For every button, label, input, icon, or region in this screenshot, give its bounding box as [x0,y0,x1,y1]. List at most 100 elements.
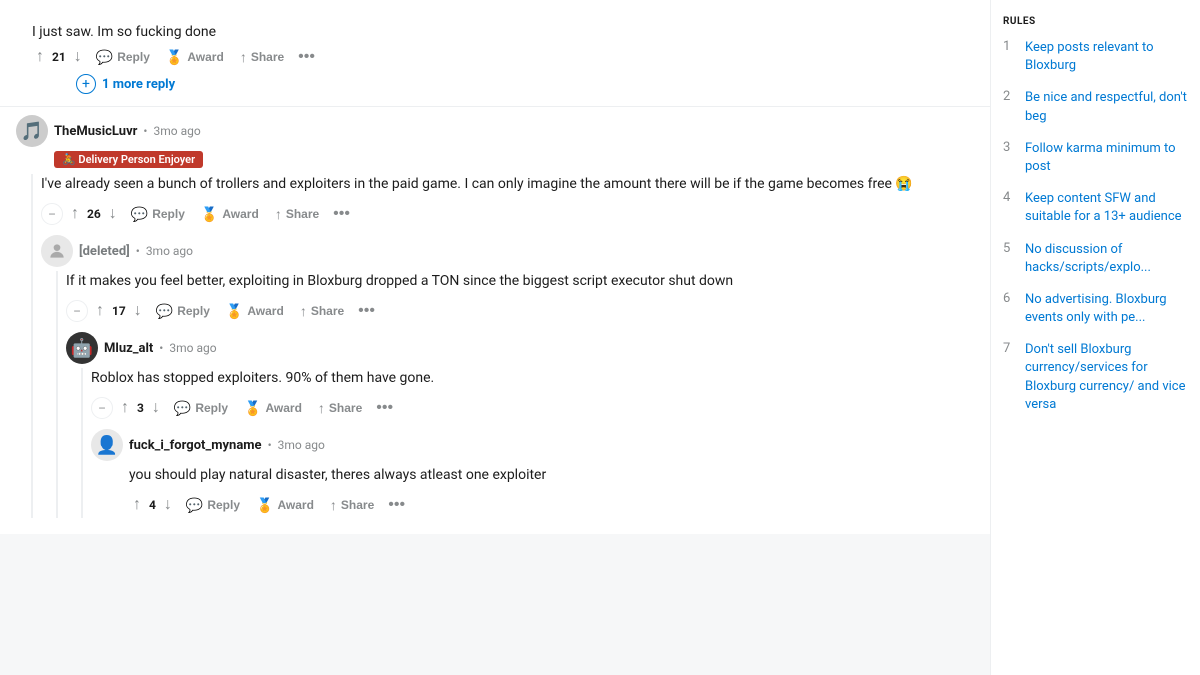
more-options-button[interactable]: ••• [354,298,379,324]
nested-content: I've already seen a bunch of trollers an… [41,174,974,518]
downvote-button[interactable]: ↓ [130,298,146,324]
comment-actions: − ↑ 26 ↓ 💬 Reply 🏅 Award [41,201,974,227]
vote-section: ↑ 4 ↓ [129,492,176,518]
reply2-container: 🤖 Mluz_alt • 3mo ago [66,332,974,518]
thread-line[interactable] [56,271,58,518]
collapse-button[interactable]: − [91,397,113,419]
upvote-button[interactable]: ↑ [117,395,133,421]
more-options-button[interactable]: ••• [384,492,409,518]
award-button[interactable]: 🏅 Award [238,396,308,421]
thread-line[interactable] [81,368,83,518]
vote-section: ↑ 26 ↓ [67,201,121,227]
share-icon: ↑ [275,206,282,222]
vote-count: 21 [52,50,66,64]
upvote-button[interactable]: ↑ [67,201,83,227]
reply-button[interactable]: 💬 Reply [150,299,216,324]
more-options-button[interactable]: ••• [372,395,397,421]
share-icon: ↑ [330,497,337,513]
downvote-button[interactable]: ↓ [148,395,164,421]
timestamp: 3mo ago [153,124,200,138]
downvote-button[interactable]: ↓ [105,201,121,227]
upvote-button[interactable]: ↑ [129,492,145,518]
share-icon: ↑ [318,400,325,416]
vote-section: ↑ 17 ↓ [92,298,146,324]
rule-text[interactable]: No advertising. Bloxburg events only wit… [1025,291,1188,327]
reply2-body: Roblox has stopped exploiters. 90% of th… [91,368,974,389]
rule-item: 1 Keep posts relevant to Bloxburg [1003,39,1188,75]
avatar: 🤖 [66,332,98,364]
more-reply-link[interactable]: 1 more reply [102,77,175,92]
reply3-container: 👤 fuck_i_forgot_myname • 3mo ago [91,429,974,518]
award-button[interactable]: 🏅 Award [220,299,290,324]
rule-text[interactable]: Keep posts relevant to Bloxburg [1025,39,1188,75]
reply-button[interactable]: 💬 Reply [180,493,246,518]
sidebar: RULES 1 Keep posts relevant to Bloxburg … [990,0,1200,675]
share-button[interactable]: ↑ Share [312,396,368,420]
reply-button[interactable]: 💬 Reply [90,45,156,70]
rule-number: 5 [1003,241,1015,256]
username: [deleted] [79,244,130,259]
upvote-button[interactable]: ↑ [92,298,108,324]
reply2-thread: Roblox has stopped exploiters. 90% of th… [66,368,974,518]
share-button[interactable]: ↑ Share [234,45,290,69]
rule-item: 6 No advertising. Bloxburg events only w… [1003,291,1188,327]
downvote-button[interactable]: ↓ [160,492,176,518]
rules-list: 1 Keep posts relevant to Bloxburg 2 Be n… [1003,39,1188,414]
deleted-avatar [41,235,73,267]
reply-button[interactable]: 💬 Reply [125,202,191,227]
collapse-button[interactable]: − [41,203,63,225]
rule-item: 5 No discussion of hacks/scripts/explo..… [1003,241,1188,277]
rule-number: 3 [1003,140,1015,155]
share-icon: ↑ [300,303,307,319]
downvote-button[interactable]: ↓ [70,44,86,70]
rule-number: 2 [1003,89,1015,104]
share-button[interactable]: ↑ Share [324,493,380,517]
main-comment-container: 🎵 TheMusicLuvr • 3mo ago 🚴 Delivery Pers… [0,107,990,526]
vote-count: 3 [137,401,144,415]
sidebar-title: RULES [1003,16,1188,27]
rule-text[interactable]: Keep content SFW and suitable for a 13+ … [1025,190,1188,226]
rule-number: 6 [1003,291,1015,306]
award-button[interactable]: 🏅 Award [160,45,230,70]
reply-icon: 💬 [174,400,191,417]
share-button[interactable]: ↑ Share [294,299,350,323]
reply1-container: [deleted] • 3mo ago If it makes you feel… [41,235,974,518]
rule-item: 3 Follow karma minimum to post [1003,140,1188,176]
rule-item: 2 Be nice and respectful, don't beg [1003,89,1188,125]
reply1-actions: − ↑ 17 ↓ 💬 Reply [66,298,974,324]
award-icon: 🏅 [244,400,261,417]
flair-row: 🚴 Delivery Person Enjoyer [16,151,974,168]
award-button[interactable]: 🏅 Award [250,493,320,518]
username: TheMusicLuvr [54,124,137,139]
comment-body: I've already seen a bunch of trollers an… [41,174,974,195]
partial-comment-text: I just saw. Im so fucking done [16,16,974,44]
award-icon: 🏅 [226,303,243,320]
avatar: 🎵 [16,115,48,147]
rule-text[interactable]: No discussion of hacks/scripts/explo... [1025,241,1188,277]
reply1-thread: If it makes you feel better, exploiting … [41,271,974,518]
more-options-button[interactable]: ••• [294,44,319,70]
user-flair: 🚴 Delivery Person Enjoyer [54,151,203,168]
comment-header: 🎵 TheMusicLuvr • 3mo ago [16,115,974,147]
award-button[interactable]: 🏅 Award [195,202,265,227]
reply-icon: 💬 [186,497,203,514]
rule-number: 4 [1003,190,1015,205]
reply-icon: 💬 [131,206,148,223]
rule-text[interactable]: Don't sell Bloxburg currency/services fo… [1025,341,1188,414]
rule-text[interactable]: Be nice and respectful, don't beg [1025,89,1188,125]
award-icon: 🏅 [166,49,183,66]
collapse-button[interactable]: − [66,300,88,322]
more-options-button[interactable]: ••• [329,201,354,227]
reply3-header: 👤 fuck_i_forgot_myname • 3mo ago [91,429,974,461]
top-comment: I just saw. Im so fucking done ↑ 21 ↓ 💬 … [0,8,990,107]
reply3-body-section: you should play natural disaster, theres… [91,465,974,518]
rule-text[interactable]: Follow karma minimum to post [1025,140,1188,176]
share-button[interactable]: ↑ Share [269,202,325,226]
rule-number: 1 [1003,39,1015,54]
expand-replies-icon[interactable]: + [76,74,96,94]
vote-count: 26 [87,207,101,221]
thread-line[interactable] [31,174,33,518]
reply1-nested: If it makes you feel better, exploiting … [66,271,974,518]
reply-button[interactable]: 💬 Reply [168,396,234,421]
upvote-button[interactable]: ↑ [32,44,48,70]
